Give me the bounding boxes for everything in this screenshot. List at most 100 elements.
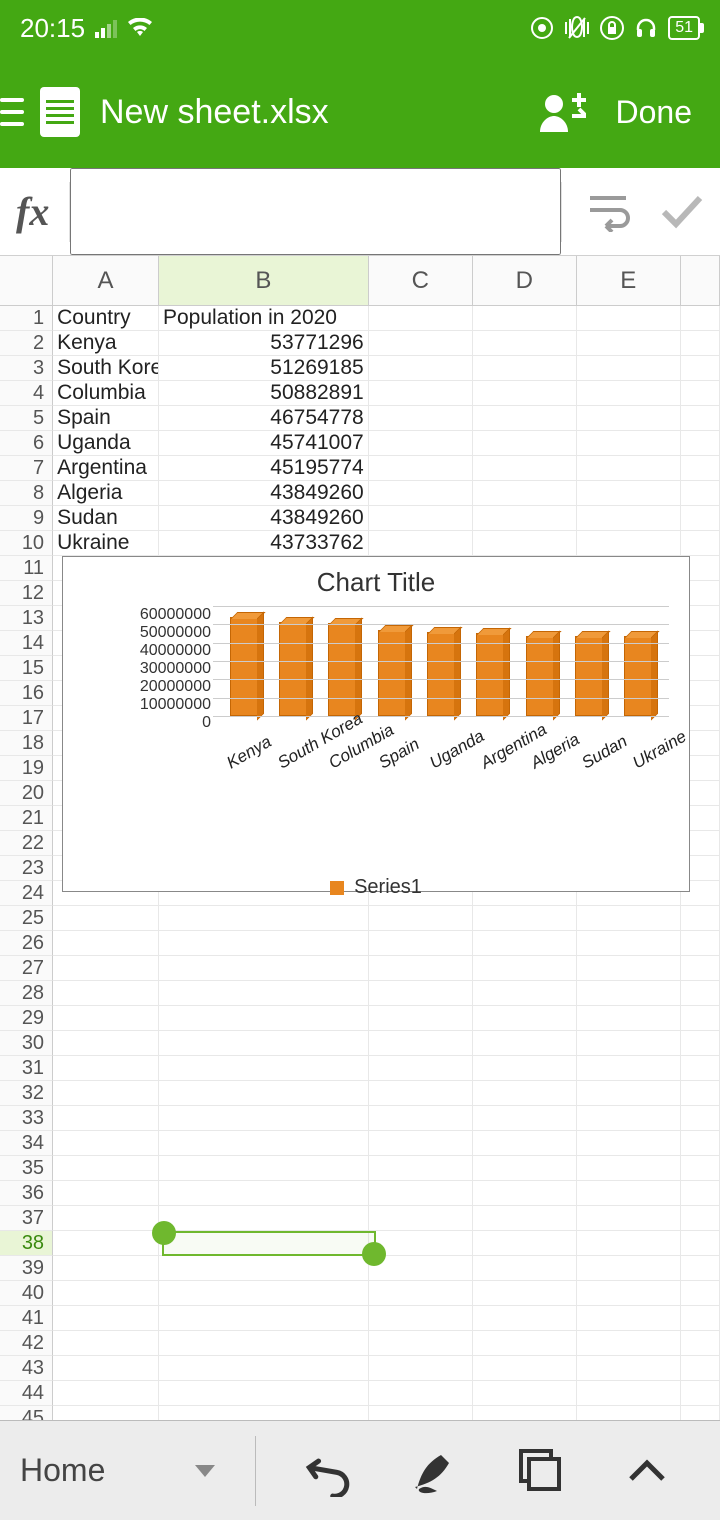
row-header-30[interactable]: 30 xyxy=(0,1031,53,1056)
row-header-41[interactable]: 41 xyxy=(0,1306,53,1331)
row-header-33[interactable]: 33 xyxy=(0,1106,53,1131)
cell-E9[interactable] xyxy=(577,506,681,531)
row-header-45[interactable]: 45 xyxy=(0,1406,53,1420)
cell-C45[interactable] xyxy=(369,1406,473,1420)
cell-C29[interactable] xyxy=(369,1006,473,1031)
cell-B40[interactable] xyxy=(159,1281,369,1306)
cell-A25[interactable] xyxy=(53,906,159,931)
cell-A2[interactable]: Kenya xyxy=(53,331,159,356)
column-header-C[interactable]: C xyxy=(369,256,473,305)
row-header-1[interactable]: 1 xyxy=(0,306,53,331)
cell-extra-42[interactable] xyxy=(681,1331,720,1356)
cell-C7[interactable] xyxy=(369,456,473,481)
row-header-21[interactable]: 21 xyxy=(0,806,53,831)
row-header-40[interactable]: 40 xyxy=(0,1281,53,1306)
cell-C10[interactable] xyxy=(369,531,473,556)
fx-icon[interactable]: fx xyxy=(16,182,70,242)
cell-E6[interactable] xyxy=(577,431,681,456)
cell-E45[interactable] xyxy=(577,1406,681,1420)
cell-A33[interactable] xyxy=(53,1106,159,1131)
cell-C36[interactable] xyxy=(369,1181,473,1206)
cell-B44[interactable] xyxy=(159,1381,369,1406)
cell-A32[interactable] xyxy=(53,1081,159,1106)
row-header-22[interactable]: 22 xyxy=(0,831,53,856)
row-header-20[interactable]: 20 xyxy=(0,781,53,806)
cell-A41[interactable] xyxy=(53,1306,159,1331)
cell-E31[interactable] xyxy=(577,1056,681,1081)
column-header-extra[interactable] xyxy=(681,256,720,305)
cell-C25[interactable] xyxy=(369,906,473,931)
cell-D3[interactable] xyxy=(473,356,577,381)
cell-D33[interactable] xyxy=(473,1106,577,1131)
menu-icon[interactable] xyxy=(0,98,30,126)
cell-extra-35[interactable] xyxy=(681,1156,720,1181)
row-header-37[interactable]: 37 xyxy=(0,1206,53,1231)
cell-E1[interactable] xyxy=(577,306,681,331)
cell-C32[interactable] xyxy=(369,1081,473,1106)
column-header-D[interactable]: D xyxy=(473,256,577,305)
cell-extra-25[interactable] xyxy=(681,906,720,931)
cell-C1[interactable] xyxy=(369,306,473,331)
row-header-9[interactable]: 9 xyxy=(0,506,53,531)
selection-handle-br[interactable] xyxy=(362,1242,386,1266)
cell-C43[interactable] xyxy=(369,1356,473,1381)
row-header-24[interactable]: 24 xyxy=(0,881,53,906)
row-header-2[interactable]: 2 xyxy=(0,331,53,356)
cell-selection[interactable] xyxy=(162,1231,376,1256)
cell-D31[interactable] xyxy=(473,1056,577,1081)
cell-D26[interactable] xyxy=(473,931,577,956)
cell-A9[interactable]: Sudan xyxy=(53,506,159,531)
cell-extra-26[interactable] xyxy=(681,931,720,956)
cell-A43[interactable] xyxy=(53,1356,159,1381)
cell-C8[interactable] xyxy=(369,481,473,506)
cell-E38[interactable] xyxy=(577,1231,681,1256)
cell-A27[interactable] xyxy=(53,956,159,981)
row-header-6[interactable]: 6 xyxy=(0,431,53,456)
cell-C4[interactable] xyxy=(369,381,473,406)
undo-icon[interactable] xyxy=(303,1445,355,1497)
cell-E26[interactable] xyxy=(577,931,681,956)
cell-E28[interactable] xyxy=(577,981,681,1006)
row-header-14[interactable]: 14 xyxy=(0,631,53,656)
cell-extra-9[interactable] xyxy=(681,506,720,531)
cell-D5[interactable] xyxy=(473,406,577,431)
cell-B43[interactable] xyxy=(159,1356,369,1381)
cell-C5[interactable] xyxy=(369,406,473,431)
cell-C27[interactable] xyxy=(369,956,473,981)
cell-D4[interactable] xyxy=(473,381,577,406)
cell-E34[interactable] xyxy=(577,1131,681,1156)
cell-D44[interactable] xyxy=(473,1381,577,1406)
cell-extra-45[interactable] xyxy=(681,1406,720,1420)
row-header-32[interactable]: 32 xyxy=(0,1081,53,1106)
cell-D39[interactable] xyxy=(473,1256,577,1281)
row-header-10[interactable]: 10 xyxy=(0,531,53,556)
cell-D41[interactable] xyxy=(473,1306,577,1331)
cell-D45[interactable] xyxy=(473,1406,577,1420)
column-header-A[interactable]: A xyxy=(53,256,159,305)
cell-extra-29[interactable] xyxy=(681,1006,720,1031)
cell-C9[interactable] xyxy=(369,506,473,531)
cell-C40[interactable] xyxy=(369,1281,473,1306)
row-header-34[interactable]: 34 xyxy=(0,1131,53,1156)
cell-D6[interactable] xyxy=(473,431,577,456)
cell-D25[interactable] xyxy=(473,906,577,931)
cell-extra-39[interactable] xyxy=(681,1256,720,1281)
cell-C3[interactable] xyxy=(369,356,473,381)
selection-handle-tl[interactable] xyxy=(152,1221,176,1245)
cell-C42[interactable] xyxy=(369,1331,473,1356)
row-header-5[interactable]: 5 xyxy=(0,406,53,431)
cell-A38[interactable] xyxy=(53,1231,159,1256)
row-header-13[interactable]: 13 xyxy=(0,606,53,631)
cell-D40[interactable] xyxy=(473,1281,577,1306)
cell-A34[interactable] xyxy=(53,1131,159,1156)
pen-icon[interactable] xyxy=(409,1445,461,1497)
cell-extra-33[interactable] xyxy=(681,1106,720,1131)
cell-A28[interactable] xyxy=(53,981,159,1006)
row-header-17[interactable]: 17 xyxy=(0,706,53,731)
cell-D9[interactable] xyxy=(473,506,577,531)
cell-E32[interactable] xyxy=(577,1081,681,1106)
cell-E44[interactable] xyxy=(577,1381,681,1406)
cell-B34[interactable] xyxy=(159,1131,369,1156)
cell-extra-10[interactable] xyxy=(681,531,720,556)
row-header-35[interactable]: 35 xyxy=(0,1156,53,1181)
